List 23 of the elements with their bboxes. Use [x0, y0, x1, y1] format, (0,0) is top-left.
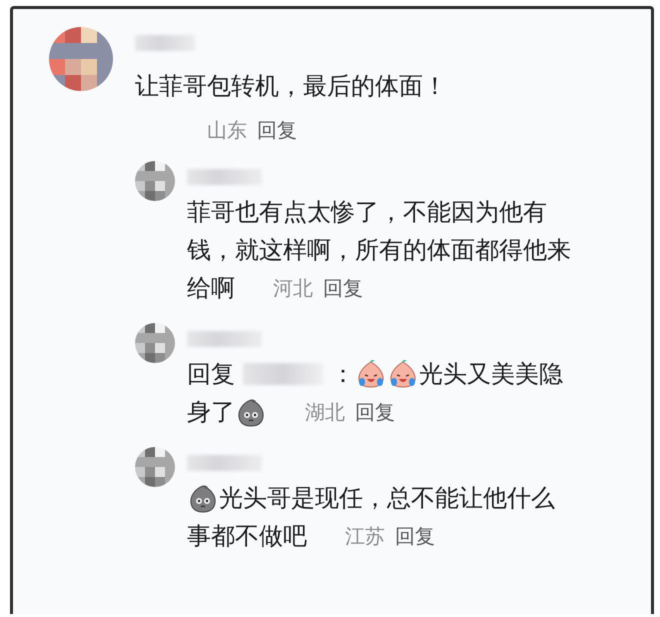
reply-link[interactable]: 回复 — [323, 269, 363, 307]
reply-link[interactable]: 回复 — [355, 393, 395, 431]
comment-text: 光头哥是现任，总不能让他什么 — [219, 483, 555, 514]
reply-link[interactable]: 回复 — [257, 115, 297, 145]
comment-text: 给啊 — [187, 273, 235, 304]
comment-text: 事都不做吧 — [187, 521, 307, 552]
blurred-username — [135, 35, 195, 51]
avatar[interactable] — [135, 161, 175, 201]
comment-text: 菲哥也有点太惨了，不能因为他有 — [187, 197, 547, 228]
reply-link[interactable]: 回复 — [395, 517, 435, 555]
comment-text: 钱，就这样啊，所有的体面都得他来 — [187, 235, 571, 266]
avatar[interactable] — [49, 27, 113, 91]
location-label: 山东 — [207, 117, 247, 144]
comment-text: 光头又美美隐 — [419, 359, 563, 390]
comment-text: ： — [331, 359, 355, 390]
comment-text: 让菲哥包转机，最后的体面！ — [135, 71, 447, 102]
location-label: 江苏 — [345, 523, 385, 550]
avatar[interactable] — [135, 323, 175, 363]
location-label: 河北 — [273, 275, 313, 302]
avatar[interactable] — [135, 447, 175, 487]
location-label: 湖北 — [305, 399, 345, 426]
comment-text: 回复 — [187, 359, 235, 390]
comment-text: 身了 — [187, 397, 235, 428]
